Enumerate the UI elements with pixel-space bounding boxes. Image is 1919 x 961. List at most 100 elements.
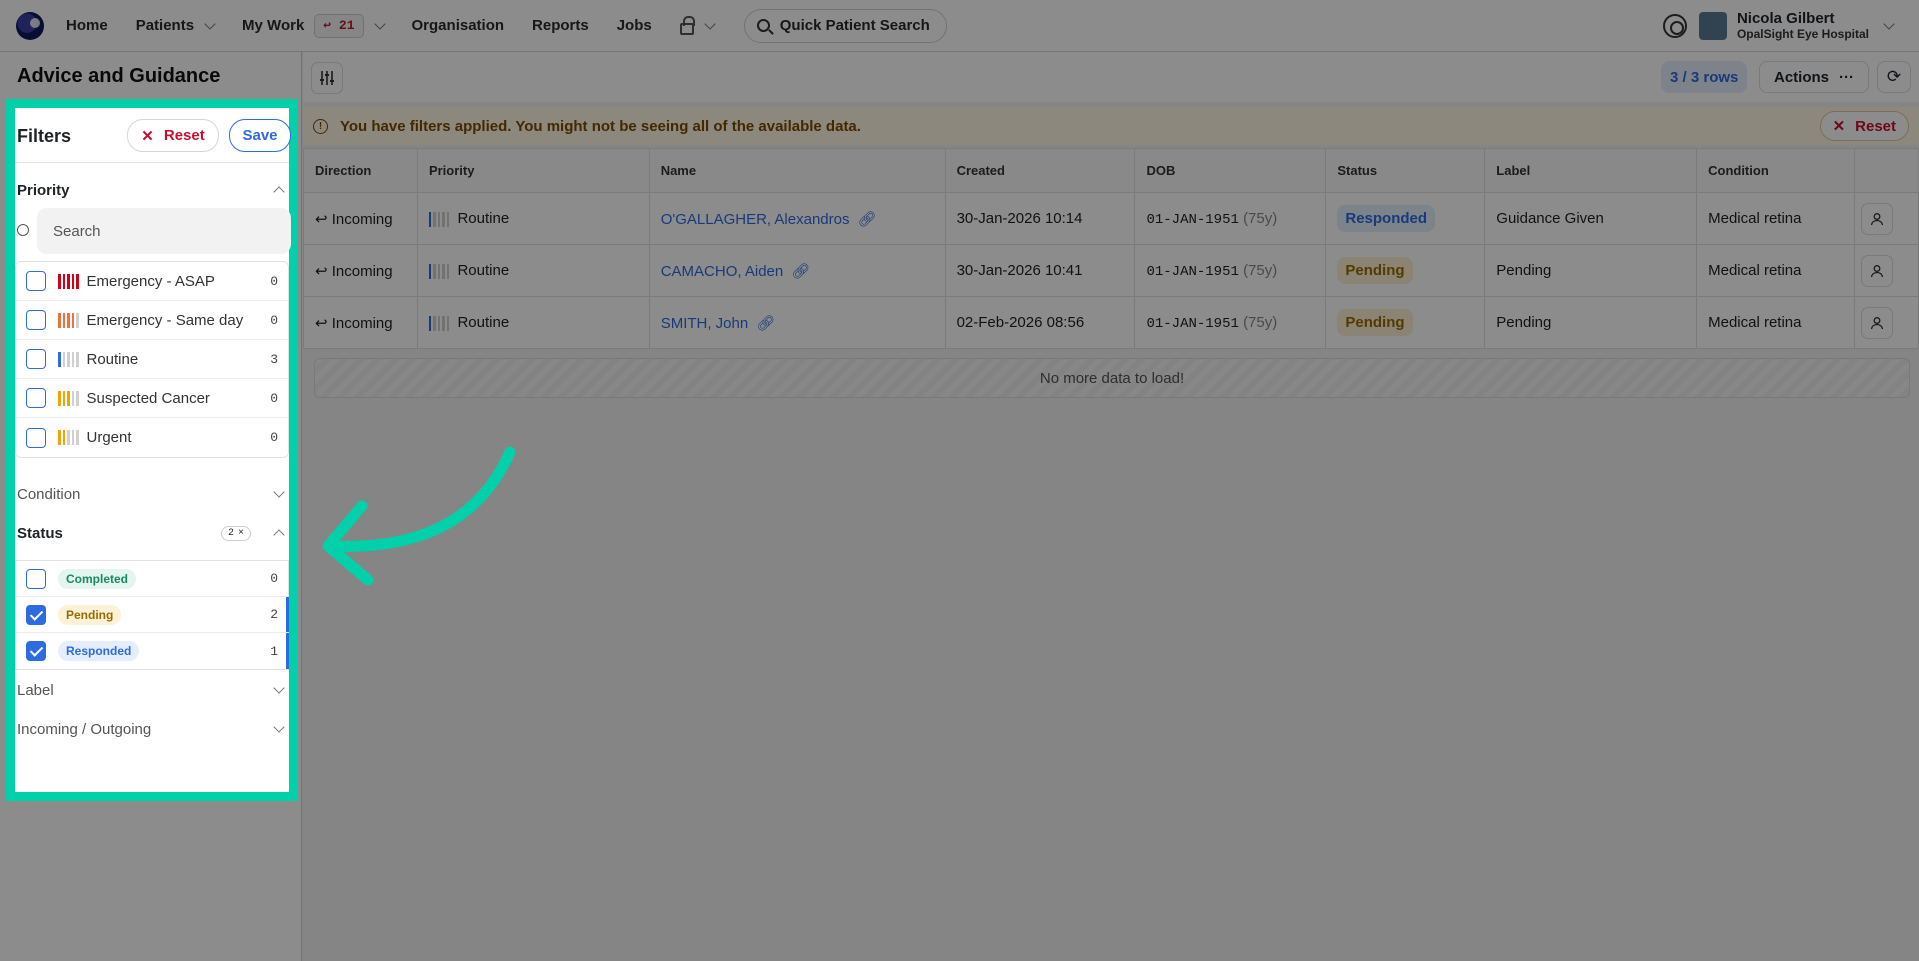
link-icon[interactable]: 🔗︎ <box>791 263 810 280</box>
view-patient-button[interactable] <box>1861 202 1893 235</box>
created-cell: 30-Jan-2026 10:41 <box>944 244 1136 297</box>
save-filters-button[interactable]: Save <box>229 119 291 152</box>
priority-option[interactable]: Routine 3 <box>16 340 288 379</box>
column-header-label[interactable]: Label <box>1484 148 1698 193</box>
dob-cell: 01-JAN-1951 (75y) <box>1134 296 1327 349</box>
lock-menu[interactable] <box>679 0 716 52</box>
nav-jobs[interactable]: Jobs <box>617 0 652 52</box>
nav-reports[interactable]: Reports <box>532 0 589 52</box>
filters-title: Filters <box>17 126 72 146</box>
priority-options: Emergency - ASAP 0 Emergency - Same day 0 Ro… <box>15 261 289 458</box>
status-chip: Pending <box>58 604 122 625</box>
patient-name-link[interactable]: SMITH, John <box>661 315 749 332</box>
row-action-cell <box>1854 244 1919 297</box>
priority-option-label: Suspected Cancer <box>86 389 210 407</box>
person-icon <box>1870 316 1884 329</box>
no-more-data-message: No more data to load! <box>314 358 1910 398</box>
user-menu[interactable]: Nicola Gilbert OpalSight Eye Hospital <box>1737 10 1869 41</box>
toggle-filters-button[interactable] <box>311 62 343 94</box>
condition-cell: Medical retina <box>1696 192 1855 245</box>
patient-name-link[interactable]: CAMACHO, Aiden <box>661 263 784 280</box>
chevron-down-icon[interactable] <box>1883 17 1895 30</box>
table-row[interactable]: ↩ Incoming Routine CAMACHO, Aiden 🔗︎ 30-Jan-… <box>303 244 1919 297</box>
incoming-outgoing-section-label: Incoming / Outgoing <box>17 720 152 738</box>
priority-level-icon <box>58 312 79 328</box>
status-option-count: 0 <box>270 571 278 586</box>
status-selected-count-value: 2 <box>227 527 234 539</box>
status-option[interactable]: Pending 2 <box>16 597 289 633</box>
priority-checkbox[interactable] <box>26 388 46 408</box>
search-icon <box>17 224 29 236</box>
priority-checkbox[interactable] <box>26 349 46 369</box>
app-logo[interactable] <box>16 11 44 40</box>
status-checkbox[interactable] <box>26 604 46 625</box>
link-icon[interactable]: 🔗︎ <box>857 211 876 228</box>
incoming-outgoing-section-header[interactable]: Incoming / Outgoing <box>17 717 289 741</box>
priority-level-icon <box>58 430 79 445</box>
status-selected-count[interactable]: 2 × <box>220 525 251 541</box>
priority-checkbox[interactable] <box>26 310 46 330</box>
priority-option-count: 3 <box>270 351 278 367</box>
link-icon[interactable]: 🔗︎ <box>756 315 775 332</box>
priority-option[interactable]: Emergency - Same day 0 <box>16 301 288 340</box>
incoming-arrow-icon: ↩ <box>315 314 332 332</box>
column-header-created[interactable]: Created <box>944 148 1136 193</box>
priority-checkbox[interactable] <box>26 271 46 291</box>
status-badge: Responded <box>1337 205 1436 232</box>
priority-checkbox[interactable] <box>26 427 46 448</box>
close-icon: × <box>237 527 244 539</box>
banner-reset-button[interactable]: ✕ Reset <box>1819 111 1909 141</box>
chevron-down-icon <box>373 17 386 30</box>
condition-section-header[interactable]: Condition <box>17 482 289 506</box>
status-checkbox[interactable] <box>26 568 46 589</box>
help-icon[interactable] <box>1662 13 1687 38</box>
status-options: Completed 0 Pending 2 Responded 1 <box>15 560 289 670</box>
view-patient-button[interactable] <box>1861 306 1893 339</box>
priority-option-count: 0 <box>270 273 278 289</box>
actions-button[interactable]: Actions ··· <box>1759 61 1870 93</box>
priority-section-header[interactable]: Priority <box>17 178 289 202</box>
status-option[interactable]: Completed 0 <box>16 561 288 597</box>
row-action-cell <box>1854 296 1919 349</box>
close-icon: ✕ <box>141 127 154 145</box>
patient-name-link[interactable]: O'GALLAGHER, Alexandros <box>661 211 850 228</box>
status-option[interactable]: Responded 1 <box>16 633 289 669</box>
status-checkbox[interactable] <box>26 641 46 661</box>
more-icon: ··· <box>1839 68 1855 86</box>
refresh-button[interactable]: ⟳ <box>1877 61 1911 93</box>
nav-my-work[interactable]: My Work ↩ 21 <box>242 0 386 52</box>
table-row[interactable]: ↩ Incoming Routine O'GALLAGHER, Alexandros… <box>303 192 1919 245</box>
column-header-direction[interactable]: Direction <box>303 148 418 193</box>
condition-cell: Medical retina <box>1696 244 1855 297</box>
reset-filters-button[interactable]: ✕ Reset <box>127 119 219 152</box>
column-header-status[interactable]: Status <box>1325 148 1486 193</box>
column-header-priority[interactable]: Priority <box>416 148 650 193</box>
person-icon <box>1870 264 1884 277</box>
priority-option[interactable]: Emergency - ASAP 0 <box>16 262 288 301</box>
filters-header: Filters ✕ Reset Save <box>15 108 291 163</box>
view-patient-button[interactable] <box>1861 254 1893 287</box>
priority-cell: Routine <box>416 244 650 297</box>
organisation-avatar <box>1698 11 1727 40</box>
nav-organisation[interactable]: Organisation <box>412 0 505 52</box>
chevron-up-icon <box>273 529 285 541</box>
priority-search-input[interactable]: Search <box>37 208 291 254</box>
column-header-dob[interactable]: DOB <box>1134 148 1327 193</box>
column-header-name[interactable]: Name <box>648 148 946 193</box>
priority-option[interactable]: Urgent 0 <box>16 418 288 457</box>
priority-option[interactable]: Suspected Cancer 0 <box>16 379 288 418</box>
dob-text: 01-JAN-1951 <box>1146 263 1239 280</box>
name-cell: CAMACHO, Aiden 🔗︎ <box>648 244 946 297</box>
status-cell: Pending <box>1325 296 1486 349</box>
label-section-header[interactable]: Label <box>17 678 289 702</box>
quick-patient-search-button[interactable]: Quick Patient Search <box>743 8 947 43</box>
lock-icon <box>679 15 695 35</box>
nav-patients[interactable]: Patients <box>136 0 216 52</box>
direction-cell: ↩ Incoming <box>303 296 418 349</box>
table-row[interactable]: ↩ Incoming Routine SMITH, John 🔗︎ 02-Feb-202… <box>303 296 1919 349</box>
nav-home[interactable]: Home <box>66 0 108 52</box>
priority-option-count: 0 <box>270 430 278 445</box>
status-section-header[interactable]: Status 2 × <box>17 521 289 545</box>
column-header-condition[interactable]: Condition <box>1696 148 1855 193</box>
priority-text: Routine <box>457 262 510 279</box>
